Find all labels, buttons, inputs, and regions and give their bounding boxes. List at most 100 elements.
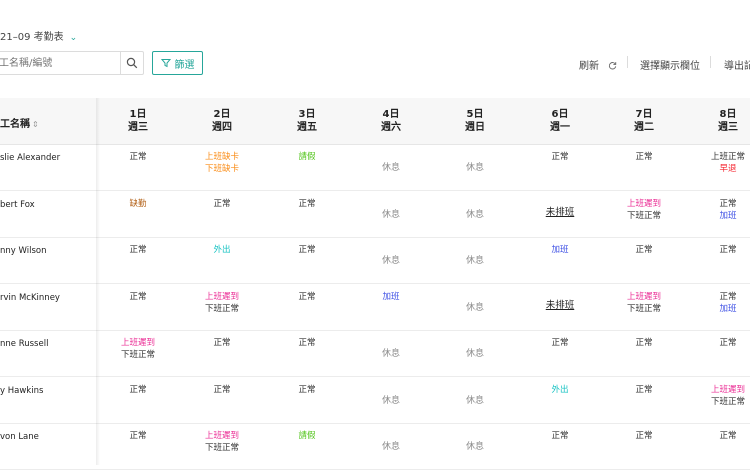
attendance-cell[interactable]: 外出 bbox=[182, 244, 262, 256]
attendance-status: 加班 bbox=[719, 210, 737, 221]
attendance-status: 休息 bbox=[465, 209, 484, 220]
employee-name[interactable]: slie Alexander bbox=[0, 153, 60, 163]
attendance-cell[interactable]: 正常 bbox=[604, 337, 684, 349]
attendance-status: 正常 bbox=[213, 384, 231, 395]
employee-name[interactable]: y Hawkins bbox=[0, 386, 43, 396]
attendance-status: 下班正常 bbox=[710, 396, 745, 407]
attendance-cell[interactable]: 上班遲到 下班正常 bbox=[688, 384, 750, 408]
attendance-cell[interactable]: 正常 bbox=[98, 151, 178, 163]
attendance-cell[interactable]: 正常 bbox=[688, 244, 750, 256]
column-header-day: 8日 週三 bbox=[698, 108, 750, 134]
attendance-status: 請假 bbox=[298, 152, 316, 162]
attendance-cell[interactable]: 正常 bbox=[98, 291, 178, 303]
attendance-cell[interactable]: 上班遲到 下班正常 bbox=[182, 430, 262, 454]
attendance-status: 上班遲到 bbox=[204, 291, 239, 302]
search-input[interactable] bbox=[0, 52, 121, 74]
attendance-cell[interactable]: 正常 bbox=[267, 337, 347, 349]
attendance-cell[interactable]: 正常 bbox=[182, 384, 262, 396]
attendance-cell[interactable]: 上班缺卡 下班缺卡 bbox=[182, 151, 262, 175]
export-button[interactable]: 導出記 bbox=[724, 57, 750, 72]
attendance-cell[interactable]: 休息 bbox=[351, 348, 431, 360]
attendance-cell[interactable]: 正常 bbox=[604, 430, 684, 442]
filter-button[interactable]: 篩選 bbox=[152, 51, 203, 75]
attendance-cell[interactable]: 請假 bbox=[267, 151, 347, 163]
attendance-cell[interactable]: 外出 bbox=[520, 384, 600, 396]
attendance-cell[interactable]: 上班正常 早退 bbox=[688, 151, 750, 175]
toolbar: 21–09 考勤表 ⌄ 篩選 刷新 選擇顯示欄位 導出記 bbox=[0, 0, 750, 98]
attendance-cell[interactable]: 正常 bbox=[688, 430, 750, 442]
attendance-cell[interactable]: 休息 bbox=[435, 209, 515, 221]
attendance-status: 上班缺卡 bbox=[204, 152, 239, 162]
attendance-cell[interactable]: 休息 bbox=[351, 162, 431, 174]
attendance-cell[interactable]: 正常 bbox=[604, 151, 684, 163]
table-row: nne Russell 上班遲到 下班正常 正常 正常 休息 休息 正常 正常 正常 bbox=[0, 330, 750, 377]
attendance-cell[interactable]: 休息 bbox=[351, 255, 431, 267]
attendance-status: 下班缺卡 bbox=[204, 164, 239, 174]
attendance-cell[interactable]: 休息 bbox=[435, 255, 515, 267]
attendance-status: 下班正常 bbox=[204, 443, 239, 453]
attendance-cell[interactable]: 正常 bbox=[520, 151, 600, 163]
attendance-status: 未排班 bbox=[545, 299, 575, 311]
employee-name[interactable]: von Lane bbox=[0, 432, 39, 442]
attendance-cell[interactable]: 休息 bbox=[351, 395, 431, 407]
attendance-cell[interactable]: 休息 bbox=[351, 441, 431, 453]
attendance-status: 未排班 bbox=[545, 206, 575, 218]
day-date: 7日 bbox=[635, 109, 653, 120]
day-weekday: 週三 bbox=[718, 122, 738, 133]
select-columns-button[interactable]: 選擇顯示欄位 bbox=[640, 57, 700, 72]
column-header-day: 3日 週五 bbox=[277, 108, 337, 134]
attendance-status: 正常 bbox=[129, 431, 147, 441]
employee-name[interactable]: nne Russell bbox=[0, 339, 48, 349]
attendance-cell[interactable]: 休息 bbox=[435, 395, 515, 407]
attendance-cell[interactable]: 正常 bbox=[98, 384, 178, 396]
attendance-cell[interactable]: 正常 bbox=[267, 244, 347, 256]
attendance-status: 外出 bbox=[551, 384, 569, 395]
attendance-status: 正常 bbox=[213, 198, 231, 209]
search-box bbox=[0, 51, 144, 75]
employee-name[interactable]: bert Fox bbox=[0, 200, 35, 210]
column-header-name[interactable]: 工名稱 ⇕ bbox=[0, 115, 39, 130]
attendance-status: 正常 bbox=[298, 384, 316, 395]
attendance-cell[interactable]: 正常 bbox=[98, 244, 178, 256]
attendance-cell[interactable]: 正常 bbox=[688, 337, 750, 349]
search-button[interactable] bbox=[120, 52, 143, 74]
attendance-cell[interactable]: 正常 bbox=[604, 384, 684, 396]
attendance-cell[interactable]: 正常 bbox=[520, 430, 600, 442]
attendance-cell[interactable]: 正常 bbox=[267, 291, 347, 303]
attendance-status: 上班遲到 bbox=[204, 431, 239, 441]
attendance-cell[interactable]: 加班 bbox=[520, 244, 600, 256]
search-icon bbox=[126, 57, 138, 69]
refresh-button[interactable]: 刷新 bbox=[579, 57, 617, 72]
attendance-cell[interactable]: 上班遲到 下班正常 bbox=[604, 291, 684, 315]
attendance-cell[interactable]: 正常 bbox=[182, 337, 262, 349]
export-label: 導出記 bbox=[724, 61, 750, 72]
attendance-cell[interactable]: 上班遲到 下班正常 bbox=[98, 337, 178, 361]
attendance-cell[interactable]: 正常 bbox=[267, 198, 347, 210]
attendance-cell[interactable]: 休息 bbox=[435, 302, 515, 314]
attendance-cell[interactable]: 正常 bbox=[98, 430, 178, 442]
attendance-cell[interactable]: 缺勤 bbox=[98, 198, 178, 210]
attendance-cell[interactable]: 休息 bbox=[351, 209, 431, 221]
period-selector[interactable]: 21–09 考勤表 ⌄ bbox=[0, 28, 77, 43]
employee-name[interactable]: rvin McKinney bbox=[0, 293, 60, 303]
attendance-cell[interactable]: 上班遲到 下班正常 bbox=[604, 198, 684, 222]
employee-name[interactable]: nny Wilson bbox=[0, 246, 46, 256]
attendance-cell[interactable]: 請假 bbox=[267, 430, 347, 442]
attendance-cell[interactable]: 正常 bbox=[182, 198, 262, 210]
attendance-cell[interactable]: 正常 加班 bbox=[688, 198, 750, 222]
attendance-cell[interactable]: 未排班 bbox=[520, 300, 600, 312]
attendance-cell[interactable]: 休息 bbox=[435, 348, 515, 360]
attendance-cell[interactable]: 上班遲到 下班正常 bbox=[182, 291, 262, 315]
attendance-cell[interactable]: 正常 bbox=[520, 337, 600, 349]
attendance-cell[interactable]: 加班 bbox=[351, 291, 431, 303]
attendance-cell[interactable]: 未排班 bbox=[520, 207, 600, 219]
attendance-cell[interactable]: 正常 bbox=[604, 244, 684, 256]
attendance-status: 正常 bbox=[129, 245, 147, 255]
attendance-cell[interactable]: 休息 bbox=[435, 441, 515, 453]
column-header-day: 2日 週四 bbox=[192, 108, 252, 134]
attendance-cell[interactable]: 休息 bbox=[435, 162, 515, 174]
refresh-label: 刷新 bbox=[579, 61, 599, 72]
attendance-cell[interactable]: 正常 加班 bbox=[688, 291, 750, 315]
sort-icon[interactable]: ⇕ bbox=[32, 120, 39, 129]
attendance-cell[interactable]: 正常 bbox=[267, 384, 347, 396]
